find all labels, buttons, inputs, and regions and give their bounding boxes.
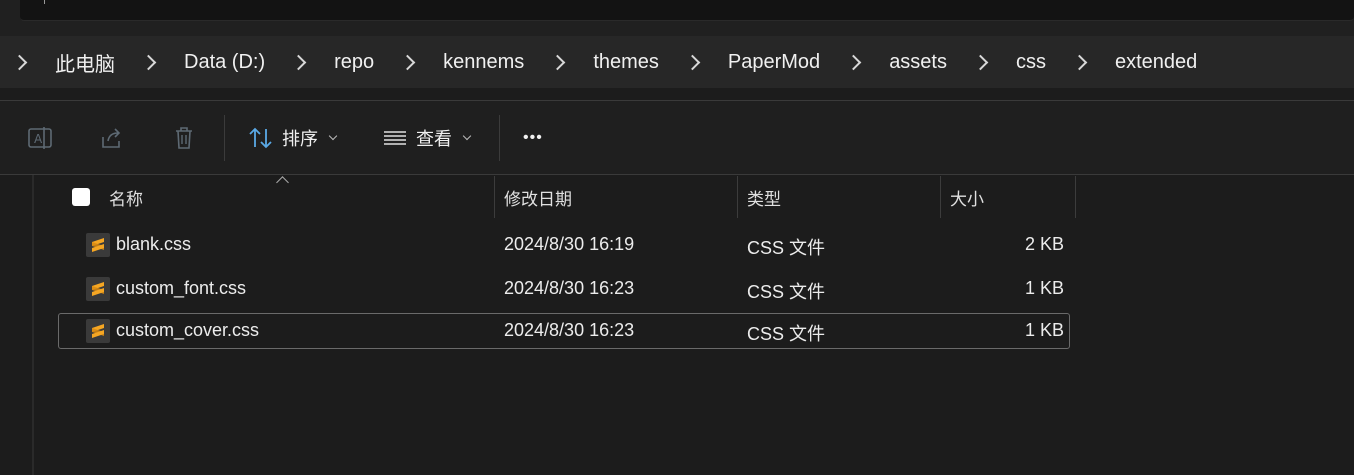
column-header-row: 名称 修改日期 类型 大小 bbox=[58, 176, 1076, 218]
chevron-right-icon[interactable] bbox=[972, 54, 989, 70]
column-header-size[interactable]: 大小 bbox=[950, 176, 984, 218]
column-header-name[interactable]: 名称 bbox=[109, 176, 143, 218]
more-options-button[interactable]: ••• bbox=[523, 123, 543, 153]
chevron-right-icon[interactable] bbox=[550, 54, 566, 70]
file-size: 2 KB bbox=[1024, 234, 1064, 254]
more-icon: ••• bbox=[523, 129, 543, 146]
file-size: 1 KB bbox=[1024, 320, 1064, 340]
sublime-file-icon bbox=[86, 277, 110, 301]
share-icon[interactable] bbox=[99, 125, 125, 151]
navigation-pane-edge[interactable] bbox=[32, 175, 34, 475]
breadcrumb-item-assets[interactable]: assets bbox=[889, 47, 947, 78]
view-label: 查看 bbox=[416, 129, 452, 149]
breadcrumb-item-papermod[interactable]: PaperMod bbox=[728, 47, 820, 78]
sublime-file-icon bbox=[86, 233, 110, 257]
text-caret bbox=[44, 0, 45, 4]
breadcrumb-item-themes[interactable]: themes bbox=[593, 47, 659, 78]
column-resize-handle[interactable] bbox=[1075, 176, 1076, 218]
sublime-file-icon bbox=[86, 319, 110, 343]
delete-icon[interactable] bbox=[171, 125, 197, 151]
column-header-date[interactable]: 修改日期 bbox=[504, 176, 572, 218]
view-button[interactable]: 查看 bbox=[382, 123, 472, 153]
chevron-right-icon[interactable] bbox=[1071, 54, 1088, 70]
chevron-right-icon[interactable] bbox=[684, 54, 701, 70]
chevron-down-icon bbox=[328, 131, 338, 141]
svg-text:A: A bbox=[34, 132, 43, 146]
sort-icon bbox=[249, 127, 272, 149]
breadcrumb-item-repo[interactable]: repo bbox=[334, 47, 374, 78]
column-resize-handle[interactable] bbox=[494, 176, 495, 218]
file-type: CSS 文件 bbox=[747, 282, 826, 302]
column-resize-handle[interactable] bbox=[737, 176, 738, 218]
view-icon bbox=[384, 131, 406, 145]
chevron-right-icon[interactable] bbox=[290, 54, 307, 70]
chevron-down-icon bbox=[462, 131, 472, 141]
file-date: 2024/8/30 16:23 bbox=[504, 320, 635, 340]
chevron-right-icon[interactable] bbox=[399, 54, 416, 70]
file-type: CSS 文件 bbox=[747, 238, 826, 258]
chevron-right-icon[interactable] bbox=[845, 54, 862, 70]
breadcrumb-item-kennems[interactable]: kennems bbox=[443, 47, 524, 78]
file-date: 2024/8/30 16:23 bbox=[504, 278, 635, 298]
file-row-custom-font-css[interactable]: custom_font.css 2024/8/30 16:23 CSS 文件 1… bbox=[58, 271, 1070, 307]
column-resize-handle[interactable] bbox=[940, 176, 941, 218]
breadcrumb-item-css[interactable]: css bbox=[1016, 47, 1046, 78]
file-row-blank-css[interactable]: blank.css 2024/8/30 16:19 CSS 文件 2 KB bbox=[58, 227, 1070, 263]
file-name: blank.css bbox=[116, 234, 192, 254]
toolbar-separator bbox=[224, 115, 225, 161]
column-header-type[interactable]: 类型 bbox=[747, 176, 781, 218]
breadcrumb-item-data-drive[interactable]: Data (D:) bbox=[184, 47, 265, 78]
title-strip bbox=[0, 0, 1354, 36]
select-all-checkbox[interactable] bbox=[72, 188, 90, 206]
chevron-right-icon[interactable] bbox=[140, 54, 157, 70]
file-row-custom-cover-css[interactable]: custom_cover.css 2024/8/30 16:23 CSS 文件 … bbox=[58, 313, 1070, 349]
breadcrumb-item-extended[interactable]: extended bbox=[1115, 47, 1197, 78]
rename-icon[interactable]: A bbox=[27, 125, 53, 151]
file-date: 2024/8/30 16:19 bbox=[504, 234, 635, 254]
file-type: CSS 文件 bbox=[747, 324, 826, 344]
sort-label: 排序 bbox=[282, 129, 318, 149]
chevron-right-icon[interactable] bbox=[11, 54, 28, 70]
command-bar: A 排序 查看 ••• bbox=[0, 101, 1354, 174]
search-field[interactable] bbox=[20, 0, 1354, 21]
breadcrumb-item-this-pc[interactable]: 此电脑 bbox=[55, 44, 115, 81]
file-name: custom_font.css bbox=[116, 278, 247, 298]
file-size: 1 KB bbox=[1024, 278, 1064, 298]
toolbar-separator bbox=[499, 115, 500, 161]
breadcrumb: 此电脑 Data (D:) repo kennems themes PaperM… bbox=[0, 36, 1354, 88]
file-name: custom_cover.css bbox=[116, 320, 260, 340]
sort-button[interactable]: 排序 bbox=[248, 123, 338, 153]
